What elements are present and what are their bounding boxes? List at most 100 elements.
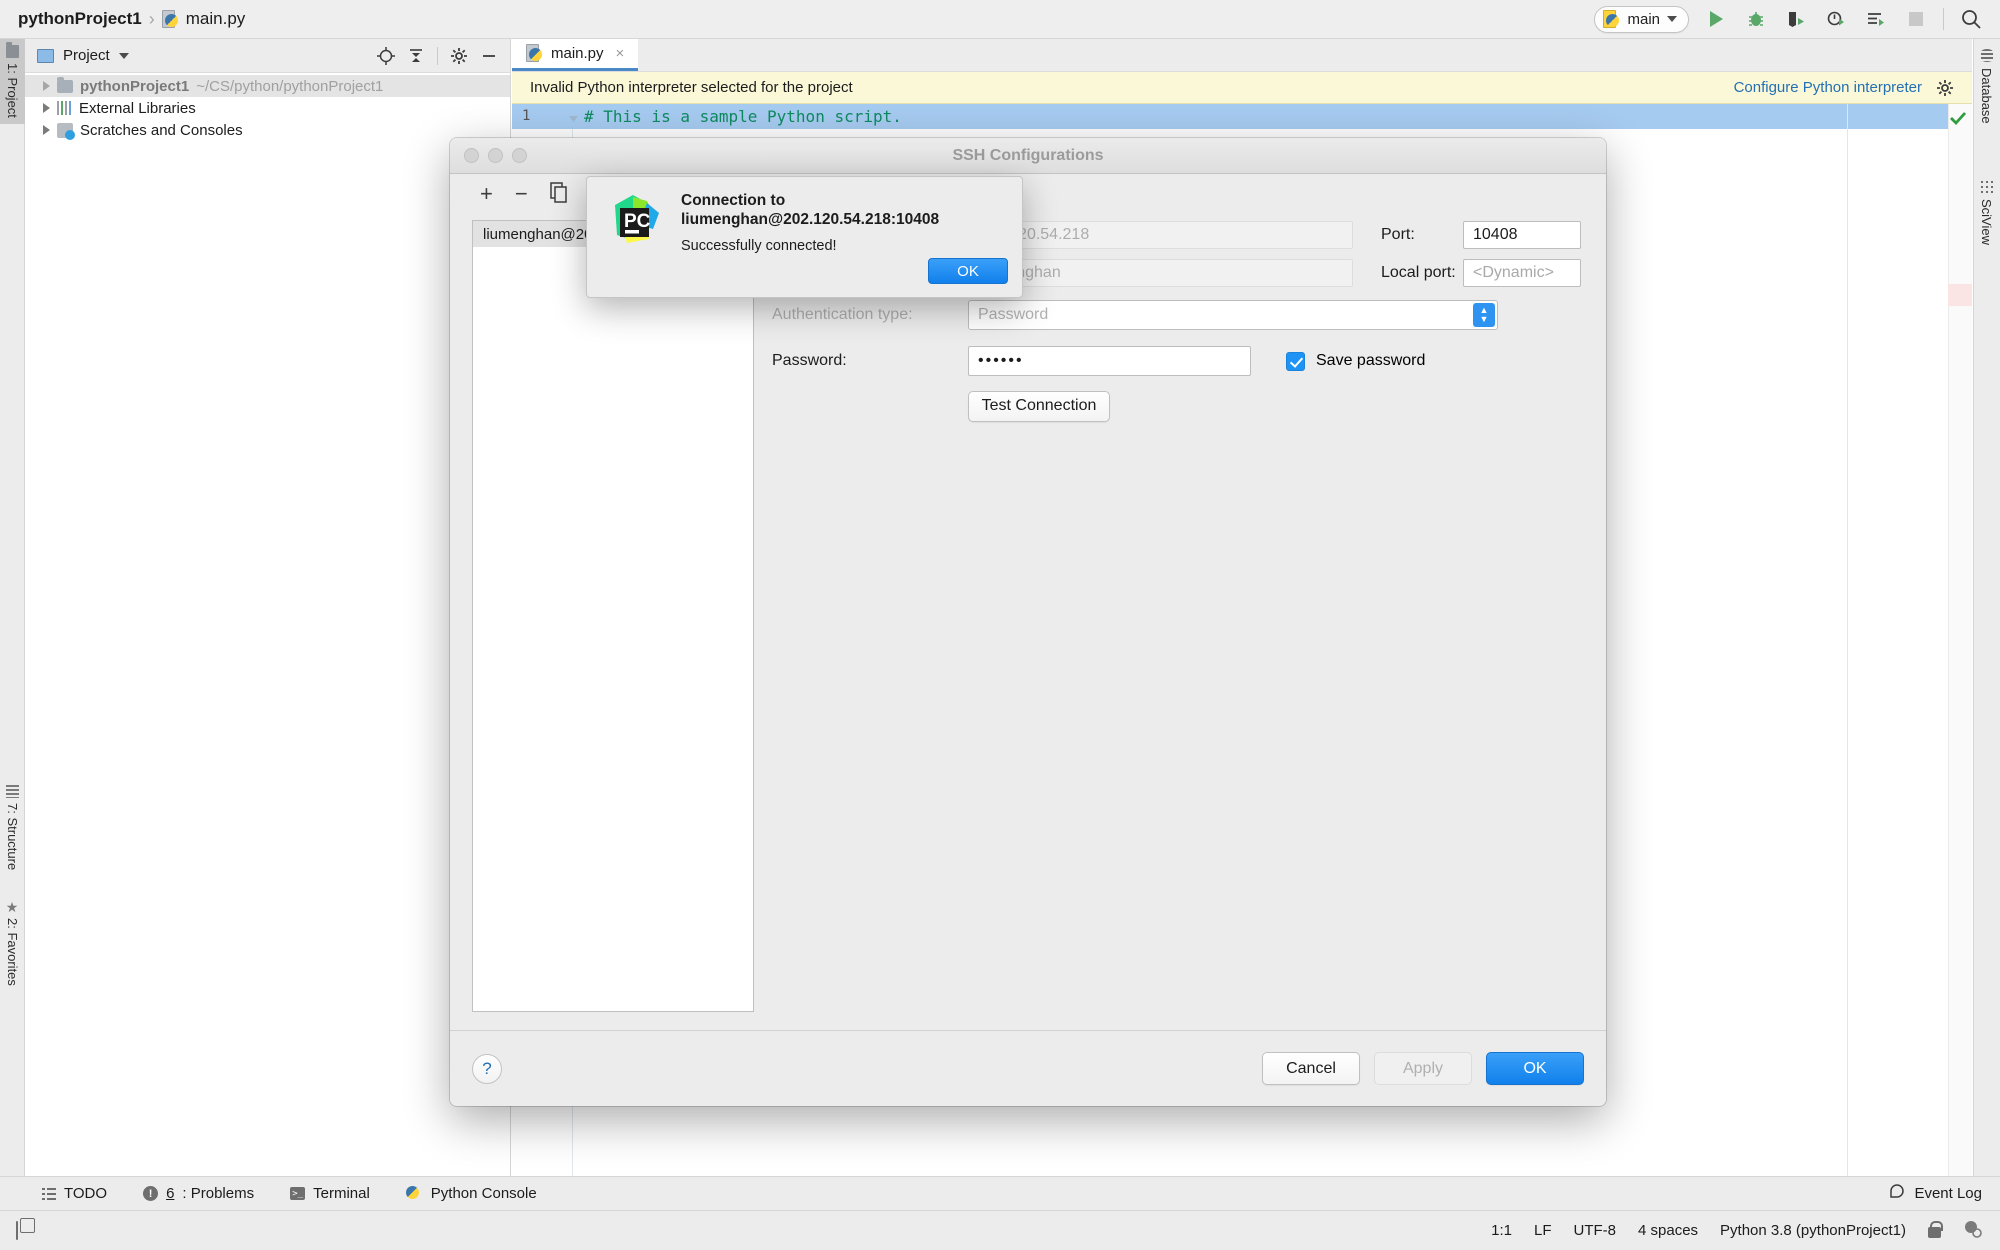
folder-icon — [6, 42, 19, 58]
toggle-tool-windows-button[interactable] — [0, 1220, 18, 1240]
hide-panel-icon[interactable] — [480, 47, 498, 65]
inspection-ok-icon[interactable] — [1949, 109, 1967, 132]
fold-marker-icon[interactable] — [568, 112, 579, 123]
expand-arrow-icon[interactable] — [43, 81, 50, 91]
remove-icon[interactable]: − — [515, 183, 528, 205]
tool-window-todo-label: TODO — [64, 1185, 108, 1202]
port-input[interactable]: 10408 — [1463, 221, 1581, 249]
line-separator[interactable]: LF — [1534, 1222, 1552, 1239]
pycharm-logo: PC — [603, 191, 665, 253]
tool-window-python-console[interactable]: Python Console — [405, 1184, 537, 1203]
python-file-icon — [161, 9, 179, 29]
error-stripe-marker[interactable] — [1948, 284, 1972, 306]
authentication-type-value: Password — [978, 306, 1049, 323]
notification-message: Invalid Python interpreter selected for … — [530, 79, 853, 96]
project-icon — [37, 48, 54, 63]
project-panel-header: Project — [25, 39, 510, 73]
tree-node-scratches[interactable]: Scratches and Consoles — [25, 119, 510, 141]
coverage-icon[interactable] — [1783, 6, 1809, 32]
sidebar-item-project-label: 1: Project — [5, 63, 20, 118]
popup-ok-button[interactable]: OK — [928, 258, 1008, 284]
popup-message: Successfully connected! — [681, 238, 837, 254]
sidebar-item-structure[interactable]: 7: Structure — [0, 779, 25, 876]
editor-tab-bar: main.py × — [512, 39, 1972, 72]
scratch-icon — [57, 122, 75, 140]
expand-arrow-icon[interactable] — [43, 125, 50, 135]
code-line-1: # This is a sample Python script. — [584, 107, 902, 126]
terminal-icon: >_ — [290, 1187, 306, 1200]
dialog-body: + − liumenghan@202.120.54.218:10 Visible… — [450, 174, 1606, 1030]
expand-arrow-icon[interactable] — [43, 103, 50, 113]
sidebar-item-favorites-label: 2: Favorites — [5, 918, 20, 986]
tree-node-external-libraries[interactable]: External Libraries — [25, 97, 510, 119]
tool-window-problems[interactable]: ! 6 : Problems — [143, 1185, 254, 1202]
local-port-input[interactable]: <Dynamic> — [1463, 259, 1581, 287]
gear-icon[interactable] — [450, 47, 468, 65]
sidebar-item-favorites[interactable]: ★ 2: Favorites — [0, 894, 25, 992]
project-panel: Project pythonProject1 ~/CS/python/pytho… — [25, 39, 511, 1184]
search-icon[interactable] — [1958, 6, 1984, 32]
error-stripe-gutter[interactable] — [1948, 104, 1972, 1182]
ssh-configuration-list[interactable]: liumenghan@202.120.54.218:10 — [472, 220, 754, 1012]
event-log-label: Event Log — [1914, 1185, 1982, 1202]
sidebar-item-sciview[interactable]: SciView — [1973, 175, 2000, 251]
chevron-down-icon[interactable] — [118, 52, 129, 59]
tool-window-todo[interactable]: TODO — [42, 1185, 107, 1202]
chevron-updown-icon[interactable]: ▲ ▼ — [1473, 303, 1495, 327]
stop-icon — [1903, 6, 1929, 32]
close-icon[interactable]: × — [616, 45, 625, 62]
configure-interpreter-link[interactable]: Configure Python interpreter — [1734, 79, 1922, 96]
test-connection-button[interactable]: Test Connection — [968, 390, 1110, 422]
ssh-config-form: Visible only for this project Host: 202.… — [772, 182, 1588, 1030]
gear-icon[interactable] — [1936, 79, 1954, 97]
folder-icon — [57, 76, 73, 93]
top-toolbar: pythonProject1 › main.py main — [0, 0, 2000, 39]
copy-icon[interactable] — [549, 181, 569, 207]
help-button[interactable]: ? — [472, 1053, 502, 1084]
connection-success-popup: PC Connection to liumenghan@202.120.54.2… — [586, 176, 1023, 298]
left-tool-strip: 1: Project 7: Structure ★ 2: Favorites — [0, 39, 25, 1208]
file-encoding[interactable]: UTF-8 — [1574, 1222, 1617, 1239]
collapse-all-icon[interactable] — [407, 47, 425, 65]
plugin-icon[interactable] — [1963, 1219, 1982, 1242]
tree-node-scratches-name: Scratches and Consoles — [80, 121, 243, 139]
tab-main-py[interactable]: main.py × — [512, 39, 639, 71]
lock-icon[interactable] — [1928, 1221, 1943, 1238]
save-password-checkbox[interactable] — [1286, 351, 1305, 371]
pycharm-window: pythonProject1 › main.py main 1: Project… — [0, 0, 2000, 1250]
tool-window-terminal[interactable]: >_ Terminal — [290, 1185, 370, 1202]
python-config-icon — [1603, 9, 1620, 29]
breadcrumb-project[interactable]: pythonProject1 — [18, 9, 142, 29]
run-icon[interactable] — [1703, 6, 1729, 32]
tree-node-project-name: pythonProject1 — [80, 77, 190, 95]
ok-button[interactable]: OK — [1486, 1052, 1584, 1085]
cancel-button[interactable]: Cancel — [1262, 1052, 1360, 1085]
host-input[interactable]: 202.120.54.218 — [968, 221, 1353, 249]
profile-icon[interactable] — [1823, 6, 1849, 32]
locate-icon[interactable] — [377, 46, 395, 65]
user-name-input[interactable]: liumenghan — [968, 259, 1353, 287]
structure-icon — [6, 785, 19, 798]
library-icon — [57, 101, 72, 115]
password-input[interactable]: •••••• — [968, 346, 1251, 376]
tool-window-python-console-label: Python Console — [430, 1185, 537, 1202]
authentication-type-label: Authentication type: — [772, 306, 913, 323]
interpreter-selector[interactable]: Python 3.8 (pythonProject1) — [1720, 1222, 1906, 1239]
caret-position[interactable]: 1:1 — [1491, 1222, 1512, 1239]
port-label: Port: — [1381, 226, 1415, 243]
add-icon[interactable]: + — [480, 183, 493, 205]
tree-node-project[interactable]: pythonProject1 ~/CS/python/pythonProject… — [25, 75, 510, 97]
debug-icon[interactable] — [1743, 6, 1769, 32]
sidebar-item-project[interactable]: 1: Project — [0, 39, 25, 124]
indent-setting[interactable]: 4 spaces — [1638, 1222, 1698, 1239]
run-configuration-selector[interactable]: main — [1594, 5, 1689, 33]
sidebar-item-database[interactable]: Database — [1973, 43, 2000, 130]
authentication-type-select[interactable]: Password ▲ ▼ — [968, 300, 1498, 330]
dialog-title-bar[interactable]: SSH Configurations — [450, 138, 1606, 174]
run-with-icon[interactable] — [1863, 6, 1889, 32]
event-log-button[interactable]: Event Log — [1889, 1183, 1982, 1204]
svg-text:PC: PC — [624, 211, 651, 232]
panel-divider — [437, 46, 438, 65]
breadcrumb-file[interactable]: main.py — [186, 9, 246, 29]
breadcrumb-separator: › — [148, 8, 155, 29]
